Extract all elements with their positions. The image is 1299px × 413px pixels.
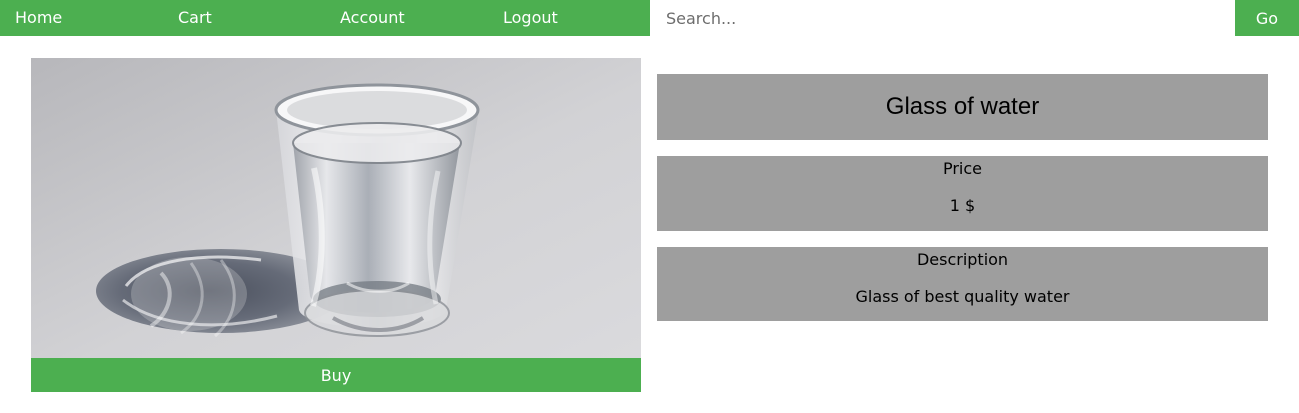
description-value: Glass of best quality water [855, 287, 1070, 306]
glass-of-water-image [31, 58, 641, 358]
price-label: Price [942, 159, 983, 178]
top-bar: Home Cart Account Logout Go [0, 0, 1299, 36]
search-go-button[interactable]: Go [1235, 0, 1299, 36]
nav-home-link[interactable]: Home [15, 0, 62, 36]
product-title-panel: Glass of water [657, 74, 1268, 140]
description-label: Description [916, 250, 1009, 269]
main-navigation: Home Cart Account Logout [0, 0, 650, 36]
buy-button[interactable]: Buy [31, 358, 641, 392]
price-panel: Price 1 $ [657, 156, 1268, 231]
nav-account-link[interactable]: Account [340, 0, 405, 36]
nav-cart-link[interactable]: Cart [178, 0, 212, 36]
product-image [31, 58, 641, 358]
description-panel: Description Glass of best quality water [657, 247, 1268, 321]
nav-logout-link[interactable]: Logout [503, 0, 558, 36]
product-title: Glass of water [885, 93, 1040, 120]
search-input[interactable] [650, 0, 1235, 36]
price-value: 1 $ [949, 196, 976, 215]
